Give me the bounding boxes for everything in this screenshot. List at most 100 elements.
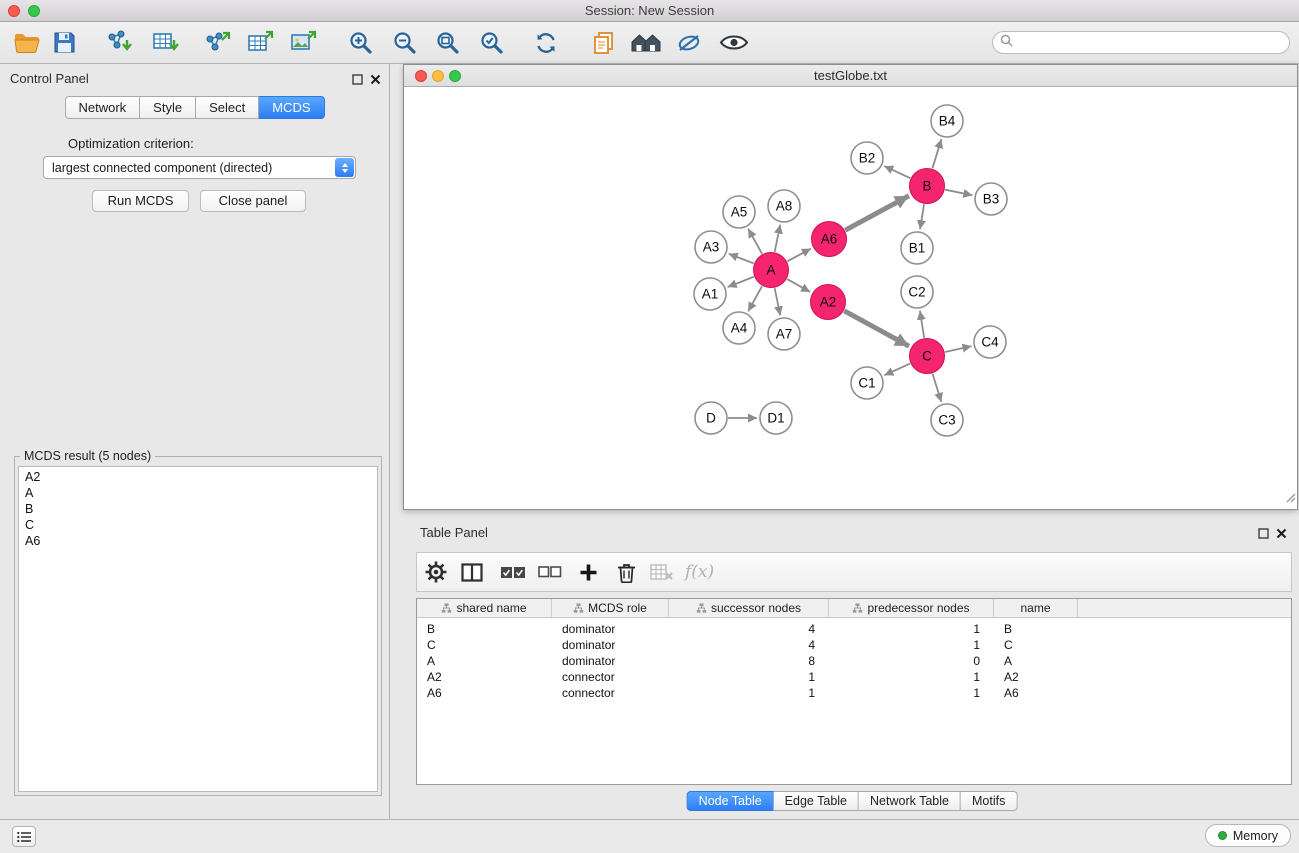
graph-node-label-A1: A1: [702, 287, 719, 302]
mcds-result-fieldset: MCDS result (5 nodes) A2 A B C A6: [14, 449, 382, 796]
criterion-dropdown[interactable]: largest connected component (directed): [43, 156, 356, 179]
zoom-out-icon[interactable]: [387, 26, 421, 60]
graph-edge-A-A5[interactable]: [748, 229, 762, 254]
table-row[interactable]: C dominator 4 1 C: [417, 637, 1291, 653]
add-column-icon[interactable]: [573, 557, 603, 587]
tab-style[interactable]: Style: [140, 96, 196, 119]
mcds-result-list[interactable]: A2 A B C A6: [18, 466, 378, 792]
table-header-row: shared name MCDS role successor nodes pr…: [417, 599, 1291, 618]
close-panel-button[interactable]: Close panel: [200, 190, 306, 212]
tab-edge-table[interactable]: Edge Table: [774, 791, 859, 811]
table-settings-gear-icon[interactable]: [421, 557, 451, 587]
export-image-icon[interactable]: [286, 26, 320, 60]
graph-edge-C-C4[interactable]: [945, 346, 971, 352]
column-header-successor-nodes[interactable]: successor nodes: [669, 599, 829, 617]
resize-grip[interactable]: [1284, 490, 1296, 508]
memory-status-icon: [1218, 831, 1227, 840]
tab-node-table[interactable]: Node Table: [687, 791, 774, 811]
mcds-result-item[interactable]: B: [19, 501, 377, 517]
mcds-result-title: MCDS result (5 nodes): [20, 449, 155, 463]
graph-edge-A-A7[interactable]: [775, 288, 781, 315]
cell-name: A2: [994, 670, 1078, 684]
graph-node-label-A: A: [766, 263, 775, 278]
import-network-icon[interactable]: [102, 26, 136, 60]
cell-mcds-role: dominator: [552, 638, 669, 652]
cell-predecessor-nodes: 1: [829, 686, 994, 700]
graph-edge-A-A8[interactable]: [775, 225, 781, 252]
graph-edge-A-A3[interactable]: [729, 254, 754, 264]
table-row[interactable]: A dominator 8 0 A: [417, 653, 1291, 669]
mcds-result-item[interactable]: A6: [19, 533, 377, 549]
eye-icon[interactable]: [717, 26, 751, 60]
titlebar: Session: New Session: [0, 0, 1299, 22]
home-icon[interactable]: [629, 26, 663, 60]
tab-network-table[interactable]: Network Table: [859, 791, 961, 811]
graph-edge-B-B1[interactable]: [920, 204, 924, 229]
select-all-icon[interactable]: [498, 557, 528, 587]
column-type-icon: [852, 603, 863, 613]
tab-mcds[interactable]: MCDS: [259, 96, 324, 119]
search-box[interactable]: [992, 31, 1290, 54]
float-panel-icon[interactable]: [352, 72, 363, 90]
deselect-all-icon[interactable]: [535, 557, 565, 587]
zoom-fit-icon[interactable]: [430, 26, 464, 60]
network-window-titlebar: testGlobe.txt: [404, 65, 1297, 87]
search-input[interactable]: [1017, 35, 1289, 50]
network-canvas[interactable]: B4B2BB3A5A8A6B1A3AC2A1A2A4A7C4CC1C3DD1: [404, 87, 1297, 509]
table-row[interactable]: A6 connector 1 1 A6: [417, 685, 1291, 701]
column-header-predecessor-nodes[interactable]: predecessor nodes: [829, 599, 994, 617]
graph-edge-B-B4[interactable]: [932, 139, 941, 168]
status-bar: Memory: [0, 819, 1299, 853]
float-table-panel-icon[interactable]: [1258, 526, 1269, 544]
graph-edge-A-A1[interactable]: [728, 277, 754, 287]
graph-node-label-A7: A7: [776, 327, 793, 342]
column-header-shared-name[interactable]: shared name: [417, 599, 552, 617]
mcds-result-item[interactable]: C: [19, 517, 377, 533]
show-columns-icon[interactable]: [457, 557, 487, 587]
table-row[interactable]: B dominator 4 1 B: [417, 621, 1291, 637]
zoom-selected-icon[interactable]: [474, 26, 508, 60]
open-session-icon[interactable]: [10, 26, 44, 60]
graph-edge-A2-C[interactable]: [844, 311, 909, 346]
function-builder-icon[interactable]: f(x): [681, 557, 718, 587]
export-network-icon[interactable]: [200, 26, 234, 60]
criterion-value: largest connected component (directed): [44, 161, 335, 175]
graph-edge-C-C2[interactable]: [920, 311, 924, 338]
graph-edge-B-B3[interactable]: [945, 190, 972, 196]
graph-edge-A-A6[interactable]: [787, 249, 811, 262]
graph-edge-A-A4[interactable]: [748, 286, 762, 311]
tab-motifs[interactable]: Motifs: [961, 791, 1017, 811]
tab-network[interactable]: Network: [64, 96, 140, 119]
copy-document-icon[interactable]: [587, 26, 621, 60]
apply-layout-icon[interactable]: [529, 26, 563, 60]
table-row[interactable]: A2 connector 1 1 A2: [417, 669, 1291, 685]
close-table-panel-icon[interactable]: [1276, 526, 1287, 544]
network-graph[interactable]: B4B2BB3A5A8A6B1A3AC2A1A2A4A7C4CC1C3DD1: [404, 87, 1297, 509]
graph-edge-A-A2[interactable]: [787, 279, 810, 292]
cell-predecessor-nodes: 1: [829, 638, 994, 652]
cell-name: C: [994, 638, 1078, 652]
delete-table-icon[interactable]: [647, 557, 677, 587]
search-icon: [1000, 34, 1013, 52]
mcds-result-item[interactable]: A2: [19, 469, 377, 485]
graph-edge-B-B2[interactable]: [884, 166, 910, 178]
tab-select[interactable]: Select: [196, 96, 259, 119]
export-table-icon[interactable]: [243, 26, 277, 60]
save-session-icon[interactable]: [47, 26, 81, 60]
graph-edge-C-C3[interactable]: [933, 374, 942, 402]
task-history-button[interactable]: [12, 826, 36, 847]
import-table-icon[interactable]: [148, 26, 182, 60]
zoom-in-icon[interactable]: [343, 26, 377, 60]
graph-edge-C-C1[interactable]: [884, 364, 910, 376]
graph-edge-A6-B[interactable]: [845, 196, 909, 230]
run-mcds-button[interactable]: Run MCDS: [92, 190, 189, 212]
delete-column-icon[interactable]: [611, 557, 641, 587]
cell-name: B: [994, 622, 1078, 636]
hide-graphics-icon[interactable]: [672, 26, 706, 60]
column-header-mcds-role[interactable]: MCDS role: [552, 599, 669, 617]
memory-button[interactable]: Memory: [1205, 824, 1291, 847]
cell-shared-name: B: [417, 622, 552, 636]
mcds-result-item[interactable]: A: [19, 485, 377, 501]
close-panel-icon[interactable]: [370, 72, 381, 90]
column-header-name[interactable]: name: [994, 599, 1078, 617]
